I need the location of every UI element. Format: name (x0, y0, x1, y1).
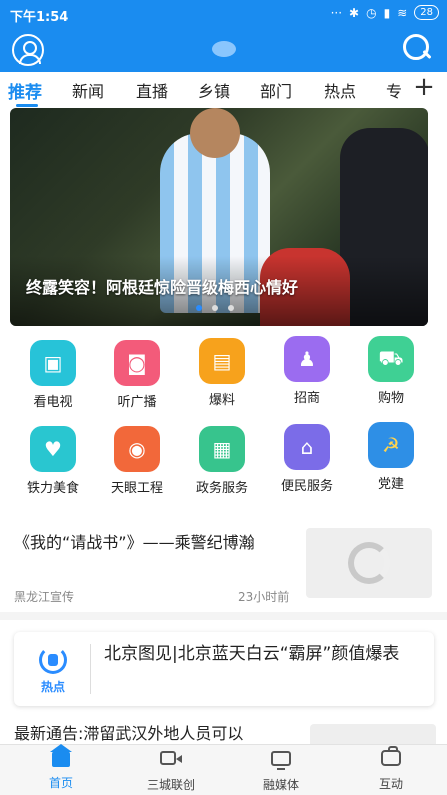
nav-label: 首页 (48, 776, 73, 790)
shortcut-shopping[interactable]: ⛟ 购物 (351, 336, 431, 406)
party-emblem-icon: ☭ (368, 422, 414, 468)
cart-icon: ⛟ (368, 336, 414, 382)
shortcut-food[interactable]: ♥ 铁力美食 (13, 426, 93, 496)
carousel-dot[interactable] (196, 305, 202, 311)
news-item[interactable]: 《我的“请战书”》——乘警纪博瀚 黑龙江宣传 23小时前 (0, 520, 447, 612)
shortcut-label: 爆料 (208, 393, 235, 408)
shortcut-convenience[interactable]: ⌂ 便民服务 (267, 424, 347, 494)
shortcut-label: 听广播 (117, 395, 157, 410)
shortcut-label: 便民服务 (280, 479, 333, 494)
shortcut-party[interactable]: ☭ 党建 (351, 422, 431, 492)
bluetooth-icon: ✱ (349, 5, 360, 20)
app-header (0, 28, 447, 72)
alarm-icon: ◷ (366, 5, 377, 20)
search-icon[interactable] (403, 34, 433, 64)
video-icon (160, 751, 182, 765)
shortcut-skyeye[interactable]: ◉ 天眼工程 (97, 426, 177, 496)
heart-icon: ♥ (30, 426, 76, 472)
person-icon[interactable] (12, 34, 44, 66)
tab-news[interactable]: 新闻 (72, 78, 104, 102)
news-item-partial[interactable]: 最新通告:滞留武汉外地人员可以 (14, 720, 304, 744)
tab-hot[interactable]: 热点 (324, 78, 356, 102)
banner-photo-head (190, 108, 240, 158)
nav-label: 三城联创 (146, 778, 195, 792)
headline-banner[interactable]: 终露笑容！阿根廷惊险晋级梅西心情好 (10, 108, 428, 326)
bottom-navigation: 首页 三城联创 融媒体 互动 (0, 744, 447, 795)
news-time: 23小时前 (238, 590, 290, 604)
nav-label: 融媒体 (262, 778, 299, 792)
nav-three-cities[interactable]: 三城联创 (126, 749, 216, 793)
person-badge-icon: ♟ (284, 336, 330, 382)
carousel-dots (196, 305, 234, 311)
id-card-icon: ▦ (199, 426, 245, 472)
channel-tabs: 推荐 新闻 直播 乡镇 部门 热点 专 + (0, 72, 447, 108)
app-logo (212, 41, 236, 57)
shortcut-investment[interactable]: ♟ 招商 (267, 336, 347, 406)
shortcut-tipoff[interactable]: ▤ 爆料 (182, 338, 262, 408)
hot-broadcast-icon (39, 646, 67, 674)
wifi-icon: ≋ (397, 5, 408, 20)
tab-live[interactable]: 直播 (136, 78, 168, 102)
tab-special[interactable]: 专 (386, 78, 402, 102)
news-source: 黑龙江宣传 (14, 590, 75, 604)
status-time: 下午1:54 (10, 10, 69, 25)
shortcut-label: 铁力美食 (26, 481, 79, 496)
shortcut-label: 党建 (377, 477, 404, 492)
tv-icon (271, 751, 291, 770)
carousel-dot[interactable] (212, 305, 218, 311)
shortcut-label: 政务服务 (195, 481, 248, 496)
eye-icon: ◉ (114, 426, 160, 472)
more-dots-icon: ··· (330, 5, 343, 20)
chat-icon (381, 746, 401, 766)
shortcut-tv[interactable]: ▣ 看电视 (13, 340, 93, 410)
tab-recommend[interactable]: 推荐 (8, 78, 42, 103)
shortcut-grid: ▣ 看电视 ◙ 听广播 ▤ 爆料 ♟ 招商 ⛟ 购物 ♥ 铁力美食 ◉ 天眼工程… (0, 336, 447, 506)
battery-icon: 28 (414, 5, 439, 20)
carousel-dot[interactable] (228, 305, 234, 311)
card-divider (90, 644, 91, 694)
news-title: 《我的“请战书”》——乘警纪博瀚 (14, 533, 255, 552)
hot-news-title: 北京图见|北京蓝天白云“霸屏”颜值爆表 (104, 644, 400, 664)
tab-towns[interactable]: 乡镇 (198, 78, 230, 102)
nav-media[interactable]: 融媒体 (236, 749, 326, 793)
banner-caption: 终露笑容！阿根廷惊险晋级梅西心情好 (26, 278, 299, 297)
home-face-icon: ⌂ (284, 424, 330, 470)
radio-icon: ◙ (114, 340, 160, 386)
nav-label: 互动 (378, 777, 403, 791)
hot-badge: 热点 (24, 644, 82, 696)
shortcut-label: 购物 (377, 391, 404, 406)
status-icons: ··· ✱ ◷ ▮ ≋ 28 (331, 5, 439, 20)
news-thumbnail (306, 528, 432, 598)
shortcut-label: 天眼工程 (110, 481, 163, 496)
nav-interact[interactable]: 互动 (346, 746, 436, 792)
section-divider (0, 612, 447, 620)
active-tab-indicator (16, 104, 38, 107)
shortcut-label: 看电视 (33, 395, 73, 410)
shortcut-label: 招商 (293, 391, 320, 406)
tv-icon: ▣ (30, 340, 76, 386)
status-bar: 下午1:54 ··· ✱ ◷ ▮ ≋ 28 (0, 0, 447, 28)
shortcut-gov-service[interactable]: ▦ 政务服务 (182, 426, 262, 496)
message-icon: ▤ (199, 338, 245, 384)
loading-spinner-icon (348, 542, 390, 584)
tab-departments[interactable]: 部门 (260, 78, 292, 102)
shortcut-radio[interactable]: ◙ 听广播 (97, 340, 177, 410)
signal-icon: ▮ (383, 5, 391, 20)
add-tab-icon[interactable]: + (411, 72, 437, 102)
nav-home[interactable]: 首页 (16, 744, 106, 791)
hot-news-card[interactable]: 热点 北京图见|北京蓝天白云“霸屏”颜值爆表 (14, 632, 434, 706)
hot-badge-label: 热点 (40, 680, 65, 694)
home-icon (50, 744, 72, 767)
